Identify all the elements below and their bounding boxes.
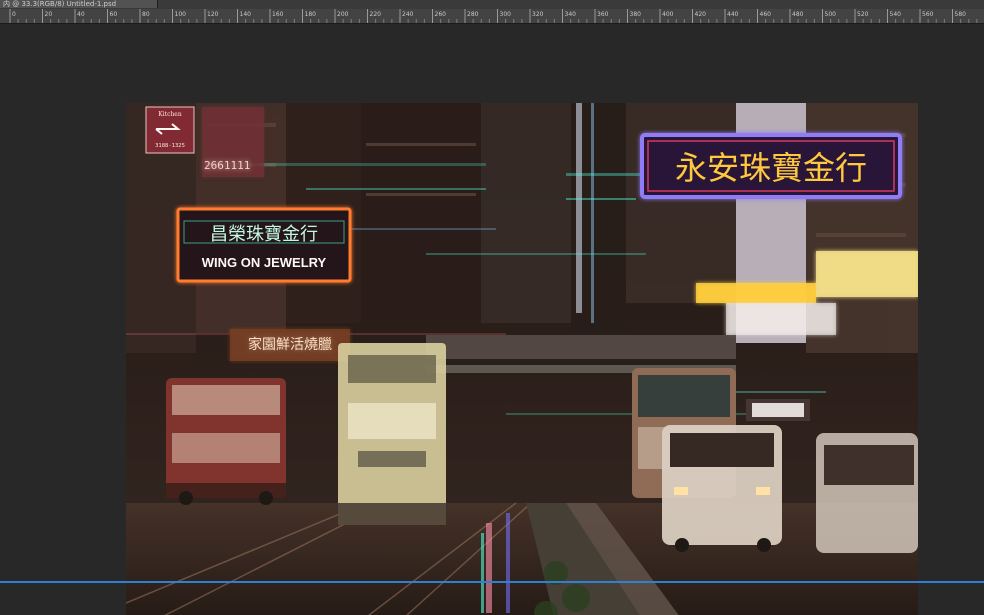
ruler-label: 120: [207, 11, 219, 18]
ruler-label: 540: [890, 11, 902, 18]
ruler-ticks: 0 20 40 60 80 100 120 140 160 180 200 220 240 260 280 3…: [9, 9, 978, 23]
ruler-label: 180: [305, 11, 317, 18]
horizontal-ruler[interactable]: 0 20 40 60 80 100 120 140 160 180 200 220 240 260 280 3…: [0, 9, 984, 23]
ruler-label: 240: [402, 11, 414, 18]
ruler-label: 0: [12, 11, 16, 18]
canvas-image[interactable]: Kitchen 3188-1325 2661111 昌榮珠寶金行 WING ON…: [126, 103, 918, 615]
ruler-label: 320: [532, 11, 544, 18]
ruler-label: 480: [792, 11, 804, 18]
ruler-label: 400: [662, 11, 674, 18]
ruler-label: 560: [922, 11, 934, 18]
photo-editor-window: 内 @ 33.3(RGB/8) Untitled-1.psd 0 20 40 60 80…: [0, 0, 984, 615]
ruler-label: 440: [727, 11, 739, 18]
ruler-label: 100: [175, 11, 187, 18]
ruler-label: 420: [695, 11, 707, 18]
ruler-label: 140: [240, 11, 252, 18]
ruler-label: 460: [760, 11, 772, 18]
street-scene: Kitchen 3188-1325 2661111 昌榮珠寶金行 WING ON…: [126, 103, 918, 615]
document-tab[interactable]: 内 @ 33.3(RGB/8) Untitled-1.psd: [0, 0, 158, 8]
ruler-label: 200: [337, 11, 349, 18]
ruler-label: 380: [630, 11, 642, 18]
ruler-label: 260: [435, 11, 447, 18]
ruler-label: 60: [110, 11, 118, 18]
ruler-label: 340: [565, 11, 577, 18]
ruler-label: 520: [857, 11, 869, 18]
ruler-label: 20: [45, 11, 53, 18]
document-tab-bar: 内 @ 33.3(RGB/8) Untitled-1.psd 0 20 40 60 80…: [0, 0, 984, 24]
ruler-label: 40: [77, 11, 85, 18]
ruler-label: 80: [142, 11, 150, 18]
ruler-label: 500: [825, 11, 837, 18]
canvas-workspace[interactable]: Kitchen 3188-1325 2661111 昌榮珠寶金行 WING ON…: [0, 24, 984, 615]
horizontal-guide[interactable]: [0, 581, 984, 583]
ruler-label: 160: [272, 11, 284, 18]
ruler-label: 580: [955, 11, 967, 18]
ruler-label: 360: [597, 11, 609, 18]
ruler-label: 280: [467, 11, 479, 18]
ruler-label: 220: [370, 11, 382, 18]
ruler-label: 300: [500, 11, 512, 18]
